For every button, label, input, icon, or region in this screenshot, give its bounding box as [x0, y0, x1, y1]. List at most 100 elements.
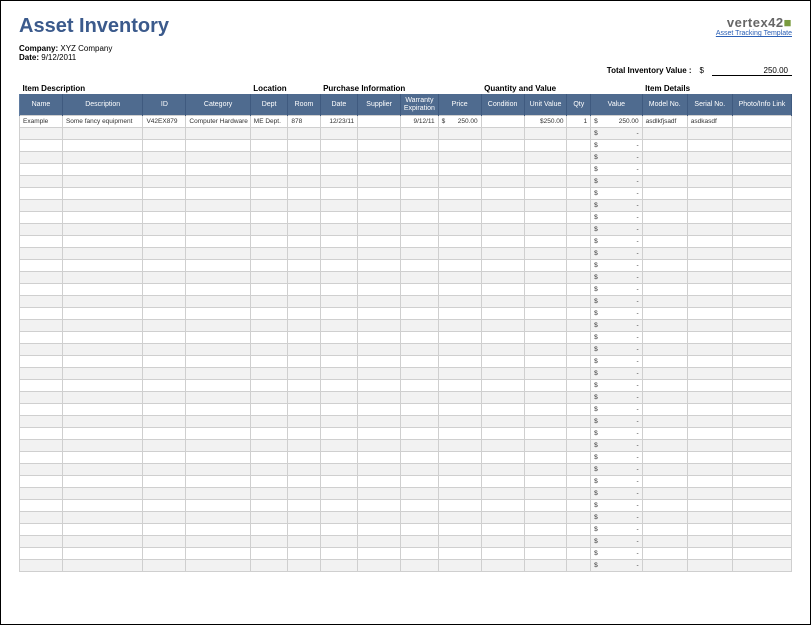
cell-empty[interactable] — [62, 320, 143, 332]
cell-empty[interactable] — [62, 128, 143, 140]
cell-empty[interactable] — [186, 380, 250, 392]
table-row[interactable]: $- — [20, 212, 792, 224]
cell-empty[interactable] — [62, 272, 143, 284]
cell-empty[interactable] — [642, 560, 687, 572]
cell-empty[interactable] — [642, 416, 687, 428]
cell-empty[interactable] — [20, 392, 63, 404]
cell-empty[interactable] — [250, 272, 288, 284]
cell-empty[interactable] — [250, 164, 288, 176]
table-row[interactable]: $- — [20, 464, 792, 476]
cell-empty[interactable] — [401, 188, 439, 200]
cell-empty[interactable] — [250, 524, 288, 536]
cell-empty[interactable] — [732, 476, 791, 488]
cell-empty[interactable] — [288, 236, 320, 248]
cell-empty[interactable] — [143, 332, 186, 344]
cell-empty[interactable] — [732, 560, 791, 572]
cell-empty[interactable] — [438, 260, 481, 272]
cell-empty[interactable] — [20, 248, 63, 260]
cell-empty[interactable] — [567, 236, 591, 248]
cell-empty[interactable] — [481, 524, 524, 536]
cell-empty[interactable] — [401, 296, 439, 308]
cell-empty[interactable] — [186, 308, 250, 320]
cell-empty[interactable] — [143, 404, 186, 416]
cell-empty[interactable] — [320, 368, 358, 380]
cell-empty[interactable] — [358, 416, 401, 428]
cell-empty[interactable] — [481, 464, 524, 476]
cell-empty[interactable] — [20, 440, 63, 452]
cell-empty[interactable] — [288, 356, 320, 368]
cell-empty[interactable] — [438, 536, 481, 548]
cell-empty[interactable] — [358, 164, 401, 176]
cell-empty[interactable] — [62, 308, 143, 320]
cell-empty[interactable]: $- — [591, 488, 643, 500]
cell-empty[interactable] — [687, 500, 732, 512]
cell-empty[interactable] — [481, 128, 524, 140]
cell-empty[interactable] — [143, 380, 186, 392]
table-row[interactable]: $- — [20, 380, 792, 392]
cell-empty[interactable] — [358, 236, 401, 248]
cell-empty[interactable] — [250, 416, 288, 428]
table-row[interactable]: $- — [20, 140, 792, 152]
cell-empty[interactable] — [320, 308, 358, 320]
cell-empty[interactable] — [567, 452, 591, 464]
cell-empty[interactable] — [358, 368, 401, 380]
cell-empty[interactable] — [524, 392, 567, 404]
cell-empty[interactable] — [438, 248, 481, 260]
cell-empty[interactable] — [481, 140, 524, 152]
cell-empty[interactable] — [358, 296, 401, 308]
cell-empty[interactable] — [642, 476, 687, 488]
cell-empty[interactable] — [642, 308, 687, 320]
cell-empty[interactable] — [642, 200, 687, 212]
table-row[interactable]: $- — [20, 260, 792, 272]
cell-empty[interactable] — [642, 536, 687, 548]
cell-empty[interactable] — [401, 476, 439, 488]
table-row[interactable]: $- — [20, 512, 792, 524]
cell-empty[interactable] — [524, 524, 567, 536]
cell-empty[interactable] — [186, 320, 250, 332]
cell-empty[interactable]: $- — [591, 512, 643, 524]
table-row[interactable]: $- — [20, 236, 792, 248]
cell-empty[interactable] — [250, 260, 288, 272]
cell-price[interactable]: $250.00 — [438, 116, 481, 128]
cell-id[interactable]: V42EX879 — [143, 116, 186, 128]
cell-empty[interactable] — [358, 272, 401, 284]
cell-empty[interactable] — [732, 152, 791, 164]
cell-empty[interactable] — [642, 176, 687, 188]
cell-empty[interactable] — [320, 164, 358, 176]
cell-empty[interactable] — [288, 152, 320, 164]
cell-empty[interactable] — [524, 320, 567, 332]
cell-empty[interactable] — [186, 512, 250, 524]
cell-empty[interactable] — [20, 272, 63, 284]
cell-empty[interactable] — [288, 536, 320, 548]
cell-empty[interactable] — [143, 344, 186, 356]
cell-empty[interactable] — [687, 224, 732, 236]
cell-empty[interactable]: $- — [591, 404, 643, 416]
cell-empty[interactable] — [186, 152, 250, 164]
cell-empty[interactable] — [143, 320, 186, 332]
cell-empty[interactable] — [642, 224, 687, 236]
cell-empty[interactable] — [320, 296, 358, 308]
cell-empty[interactable] — [20, 368, 63, 380]
cell-empty[interactable] — [62, 164, 143, 176]
cell-category[interactable]: Computer Hardware — [186, 116, 250, 128]
cell-empty[interactable] — [687, 356, 732, 368]
cell-empty[interactable] — [320, 248, 358, 260]
cell-empty[interactable] — [567, 392, 591, 404]
cell-empty[interactable] — [567, 416, 591, 428]
cell-empty[interactable] — [186, 488, 250, 500]
cell-empty[interactable] — [288, 200, 320, 212]
cell-empty[interactable] — [438, 356, 481, 368]
cell-empty[interactable] — [250, 308, 288, 320]
cell-empty[interactable] — [481, 548, 524, 560]
cell-empty[interactable] — [186, 164, 250, 176]
cell-empty[interactable] — [143, 548, 186, 560]
cell-empty[interactable] — [687, 176, 732, 188]
cell-empty[interactable] — [732, 452, 791, 464]
cell-empty[interactable] — [320, 356, 358, 368]
cell-empty[interactable] — [438, 452, 481, 464]
cell-empty[interactable] — [732, 128, 791, 140]
cell-description[interactable]: Some fancy equipment — [62, 116, 143, 128]
cell-empty[interactable] — [642, 440, 687, 452]
cell-empty[interactable] — [687, 428, 732, 440]
cell-empty[interactable] — [20, 416, 63, 428]
